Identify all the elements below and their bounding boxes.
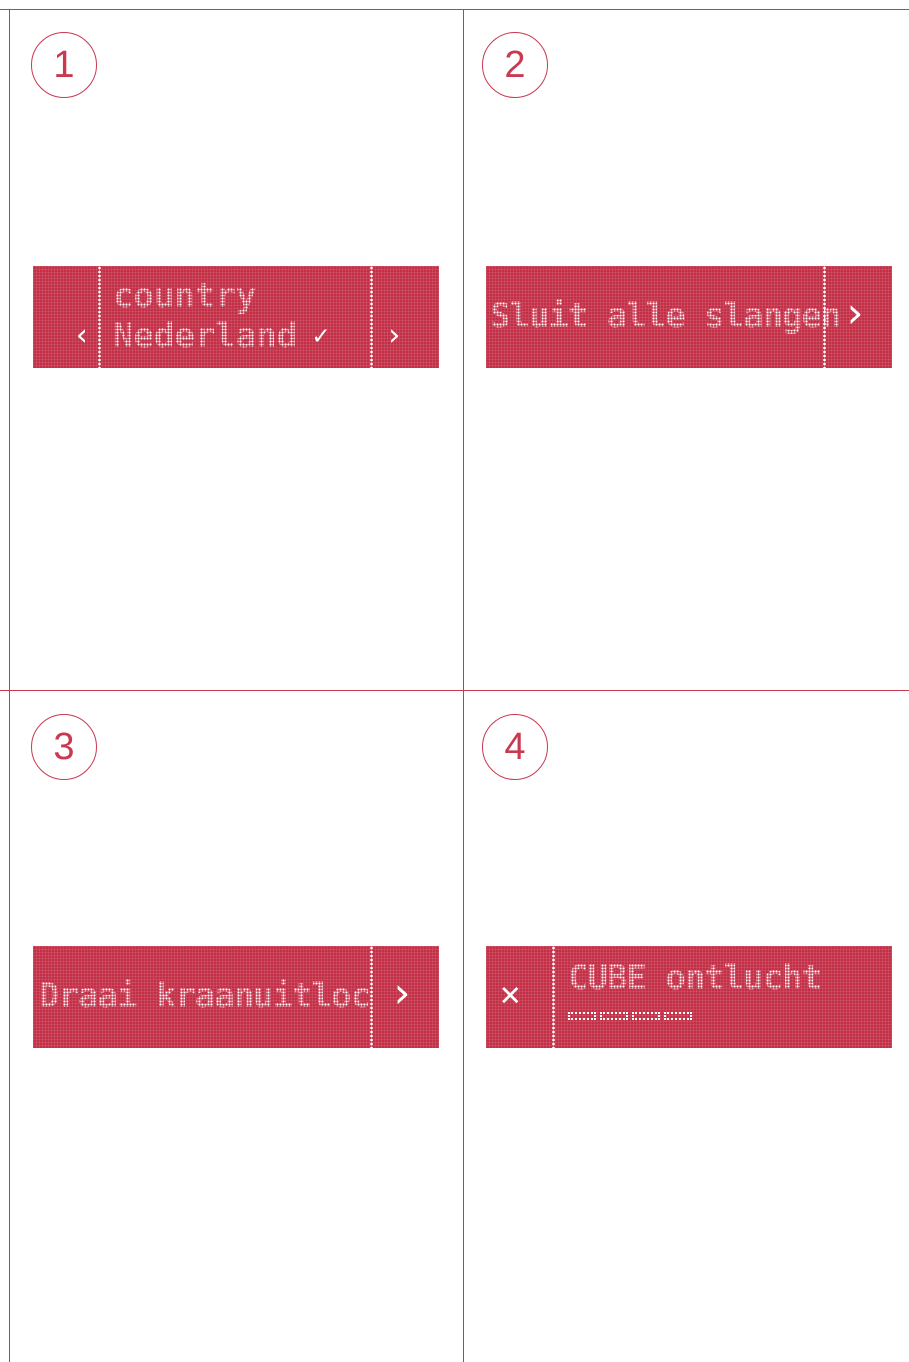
check-icon: ✓ <box>313 321 329 351</box>
step-number-1: 1 <box>31 32 97 98</box>
lcd-display-3: Draai kraanuitloc › <box>33 946 439 1048</box>
lcd-divider-right <box>370 946 373 1048</box>
step-number-4: 4 <box>482 714 548 780</box>
step-number-2: 2 <box>482 32 548 98</box>
lcd-line-draai: Draai kraanuitloc <box>39 976 371 1016</box>
lcd-display-4: ✕ CUBE ontlucht <box>486 946 892 1048</box>
progress-segment <box>632 1012 660 1020</box>
lcd-line-nederland: Nederland <box>113 316 298 356</box>
step-number-3: 3 <box>31 714 97 780</box>
lcd-divider-right <box>823 266 826 368</box>
close-icon[interactable]: ✕ <box>500 974 520 1014</box>
lcd-display-2: Sluit alle slangen › <box>486 266 892 368</box>
lcd-line-sluit: Sluit alle slangen <box>490 296 841 336</box>
lcd-divider-right <box>370 266 373 368</box>
chevron-left-icon[interactable]: ‹ <box>73 318 91 353</box>
progress-bar <box>568 1012 692 1020</box>
lcd-divider-left <box>552 946 555 1048</box>
lcd-line-country: country <box>113 276 257 316</box>
chevron-right-icon[interactable]: › <box>385 318 403 353</box>
grid-line-left <box>9 9 10 1362</box>
progress-segment <box>664 1012 692 1020</box>
grid-line-top <box>0 9 909 10</box>
progress-segment <box>600 1012 628 1020</box>
progress-segment <box>568 1012 596 1020</box>
lcd-line-cube: CUBE ontlucht <box>568 958 822 998</box>
lcd-display-1: ‹ country Nederland ✓ › <box>33 266 439 368</box>
chevron-right-icon[interactable]: › <box>389 968 414 1017</box>
grid-line-center <box>463 9 464 1362</box>
grid-line-middle <box>0 690 909 691</box>
lcd-divider-left <box>98 266 101 368</box>
chevron-right-icon[interactable]: › <box>842 288 867 337</box>
